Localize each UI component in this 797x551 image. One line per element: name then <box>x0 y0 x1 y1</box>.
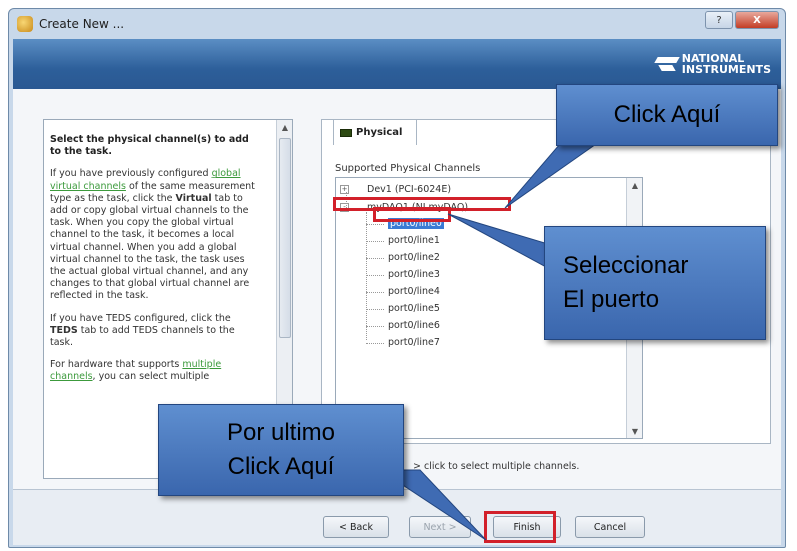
pointer-select-port <box>447 213 549 269</box>
callout-select-line1: Seleccionar <box>563 252 689 279</box>
callout-click-here: Click Aquí <box>556 84 778 146</box>
callout-finally-line2: Click Aquí <box>227 453 335 480</box>
callout-finally: Por ultimo Click Aquí <box>158 404 404 496</box>
callout-select-port: Seleccionar El puerto <box>544 226 766 340</box>
callout-select-line2: El puerto <box>563 286 660 313</box>
callout-finally-line1: Por ultimo <box>226 419 336 446</box>
